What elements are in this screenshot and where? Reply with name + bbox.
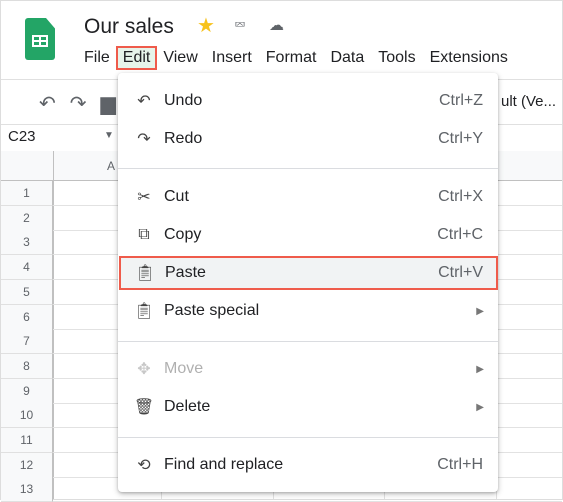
toolbar: ↶ ↷ ▆	[39, 91, 116, 116]
menu-item-cut[interactable]: ✂ Cut Ctrl+X	[118, 180, 498, 214]
menu-item-delete[interactable]: 🗑︎ Delete ▶	[118, 390, 498, 424]
row-header[interactable]: 3	[1, 230, 53, 256]
sheets-logo[interactable]	[25, 18, 55, 60]
row-header[interactable]: 4	[1, 255, 53, 281]
row-header[interactable]: 9	[1, 378, 53, 404]
document-title[interactable]: Our sales	[84, 15, 174, 39]
menu-item-find-and-replace[interactable]: ⟲ Find and replace Ctrl+H	[118, 448, 498, 482]
menu-data[interactable]: Data	[323, 47, 371, 69]
redo-icon: ↷	[137, 131, 151, 148]
font-select[interactable]: ult (Ve...	[501, 93, 556, 110]
trash-icon: 🗑︎	[133, 399, 155, 416]
redo-icon[interactable]: ↷	[70, 91, 87, 116]
menu-view[interactable]: View	[156, 47, 204, 69]
menu-item-redo[interactable]: ↷ Redo Ctrl+Y	[118, 122, 498, 156]
menu-item-move: ✥ Move ▶	[118, 352, 498, 386]
menu-file[interactable]: File	[77, 47, 117, 69]
move-to-folder-icon[interactable]: ⮹	[234, 17, 246, 34]
row-header[interactable]: 6	[1, 304, 53, 330]
menu-bar: File Edit View Insert Format Data Tools …	[77, 46, 515, 70]
menu-insert[interactable]: Insert	[205, 47, 259, 69]
undo-icon: ↶	[137, 93, 151, 110]
menu-tools[interactable]: Tools	[371, 47, 422, 69]
menu-format[interactable]: Format	[259, 47, 324, 69]
row-header[interactable]: 11	[1, 428, 53, 453]
menu-item-paste[interactable]: 📋︎ Paste Ctrl+V	[119, 256, 498, 290]
row-header[interactable]: 2	[1, 205, 53, 231]
cloud-saved-icon[interactable]: ☁	[269, 16, 284, 34]
print-icon[interactable]: ▆	[101, 91, 116, 116]
row-header[interactable]: 8	[1, 353, 53, 379]
star-icon[interactable]: ★	[197, 13, 215, 38]
row-header[interactable]: 10	[1, 403, 53, 429]
edit-menu: ↶ Undo Ctrl+Z ↷ Redo Ctrl+Y ✂ Cut Ctrl+X ⧉ Copy…	[118, 73, 498, 492]
row-header[interactable]: 5	[1, 279, 53, 305]
menu-separator	[118, 341, 498, 342]
name-box[interactable]: C23	[8, 128, 36, 145]
menu-separator	[118, 437, 498, 438]
find-replace-icon: ⟲	[137, 457, 151, 474]
chevron-down-icon[interactable]: ▼	[104, 130, 114, 141]
clipboard-icon: 📋︎	[134, 265, 156, 282]
menu-separator	[118, 168, 498, 169]
clipboard-icon: 📋︎	[133, 303, 155, 320]
scissors-icon: ✂	[137, 189, 151, 206]
row-header[interactable]: 12	[1, 452, 53, 478]
row-header[interactable]: 13	[1, 477, 53, 502]
menu-edit[interactable]: Edit	[115, 46, 158, 70]
menu-item-copy[interactable]: ⧉ Copy Ctrl+C	[118, 218, 498, 252]
undo-icon[interactable]: ↶	[39, 91, 56, 116]
menu-item-undo[interactable]: ↶ Undo Ctrl+Z	[118, 84, 498, 118]
move-icon: ✥	[137, 361, 151, 378]
menu-item-paste-special[interactable]: 📋︎ Paste special ▶	[118, 294, 498, 328]
row-header[interactable]: 7	[1, 329, 53, 355]
column-header-a[interactable]: A	[107, 159, 115, 173]
submenu-arrow-icon: ▶	[476, 401, 484, 413]
submenu-arrow-icon: ▶	[476, 305, 484, 317]
submenu-arrow-icon: ▶	[476, 363, 484, 375]
menu-extensions[interactable]: Extensions	[423, 47, 515, 69]
copy-icon: ⧉	[138, 226, 150, 243]
row-header[interactable]: 1	[1, 181, 53, 206]
